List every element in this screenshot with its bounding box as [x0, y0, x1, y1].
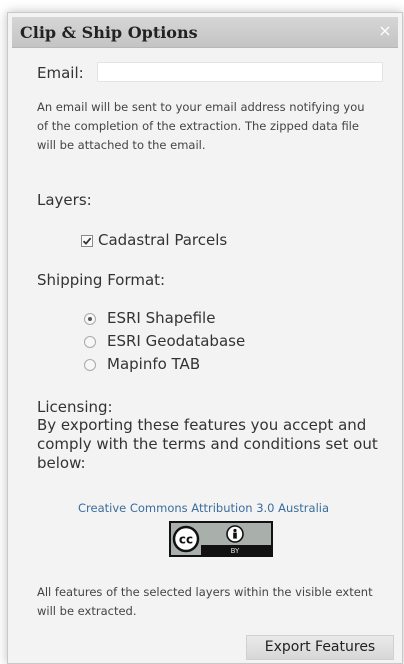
layer-label-cadastral-parcels: Cadastral Parcels	[98, 231, 228, 249]
dialog-titlebar[interactable]: Clip & Ship Options ×	[12, 17, 398, 48]
svg-text:cc: cc	[179, 533, 193, 547]
svg-text:BY: BY	[231, 547, 240, 555]
close-icon[interactable]: ×	[376, 22, 394, 40]
shipping-format-label: Shipping Format:	[37, 271, 166, 289]
email-note: An email will be sent to your email addr…	[37, 100, 365, 152]
layers-label: Layers:	[37, 191, 92, 209]
dialog-title: Clip & Ship Options	[20, 23, 198, 42]
export-features-button[interactable]: Export Features	[246, 635, 394, 660]
license-link[interactable]: Creative Commons Attribution 3.0 Austral…	[78, 501, 329, 515]
radio-esri-shapefile[interactable]	[84, 313, 96, 325]
cc-by-icon: BY cc	[171, 523, 271, 555]
radio-esri-geodatabase[interactable]	[84, 336, 96, 348]
radio-mapinfo-tab[interactable]	[84, 359, 96, 371]
cc-by-badge[interactable]: BY cc	[169, 521, 273, 557]
clip-and-ship-dialog: Clip & Ship Options × Email: An email wi…	[7, 12, 403, 664]
licensing-label: Licensing:	[37, 398, 113, 416]
licensing-text: By exporting these features you accept a…	[37, 416, 378, 472]
email-field[interactable]	[97, 62, 383, 82]
radio-label-esri-shapefile: ESRI Shapefile	[107, 309, 216, 327]
radio-label-esri-geodatabase: ESRI Geodatabase	[107, 332, 246, 350]
email-label: Email:	[37, 64, 84, 82]
checkmark-icon	[82, 237, 92, 245]
extent-note: All features of the selected layers with…	[37, 585, 373, 618]
layer-checkbox-cadastral-parcels[interactable]	[81, 235, 93, 247]
radio-label-mapinfo-tab: Mapinfo TAB	[107, 355, 201, 373]
